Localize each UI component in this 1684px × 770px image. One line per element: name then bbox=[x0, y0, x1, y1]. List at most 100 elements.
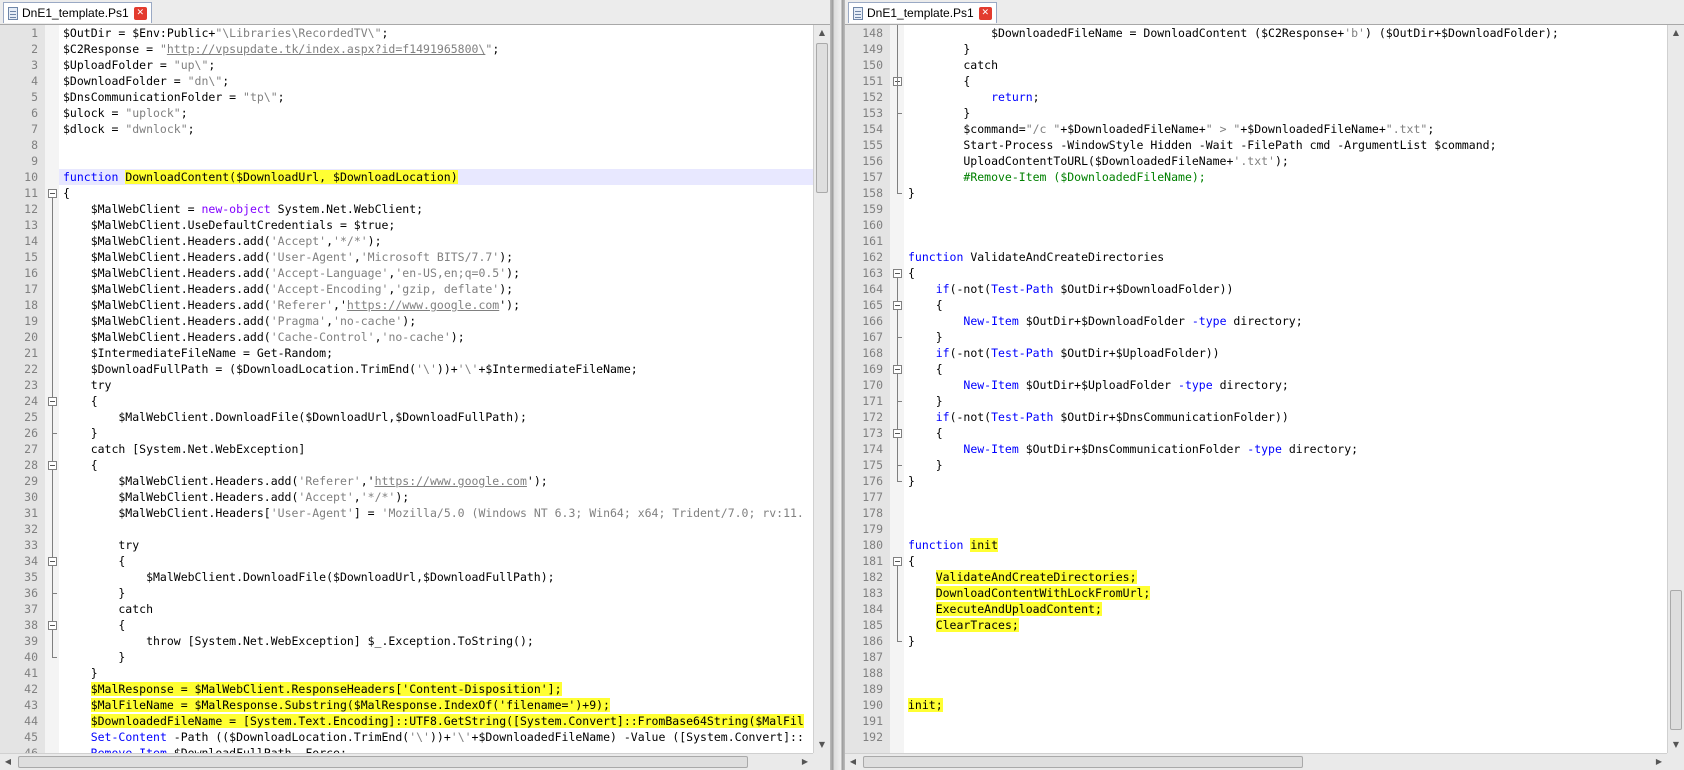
scroll-down-arrow-icon[interactable]: ▼ bbox=[814, 737, 830, 753]
fold-toggle-icon[interactable] bbox=[48, 189, 57, 198]
fold-toggle-icon[interactable] bbox=[893, 429, 902, 438]
code-token: ); bbox=[402, 314, 417, 328]
scroll-left-arrow-icon[interactable]: ◀ bbox=[0, 754, 16, 770]
code-token: $OutDir+$DownloadFolder)) bbox=[1053, 282, 1234, 296]
code-token: function bbox=[908, 538, 964, 552]
code-token: $OutDir+$UploadFolder)) bbox=[1053, 346, 1220, 360]
fold-toggle-icon[interactable] bbox=[893, 301, 902, 310]
code-token: $C2Response = bbox=[63, 42, 160, 56]
scroll-left-arrow-icon[interactable]: ◀ bbox=[845, 754, 861, 770]
code-token: $OutDir+$DnsCommunicationFolder)) bbox=[1053, 410, 1289, 424]
close-icon[interactable]: ✕ bbox=[133, 6, 147, 20]
line-number: 26 bbox=[24, 426, 38, 440]
code-token: $MalFileName = $MalResponse.Substring($M… bbox=[90, 698, 610, 712]
file-icon bbox=[853, 6, 863, 20]
line-number: 175 bbox=[862, 458, 883, 472]
code-token: { bbox=[63, 618, 126, 632]
code-line: $MalFileName = $MalResponse.Substring($M… bbox=[63, 697, 610, 713]
fold-toggle-icon[interactable] bbox=[48, 557, 57, 566]
fold-end-marker bbox=[52, 593, 57, 594]
code-token: ); bbox=[499, 250, 514, 264]
code-line: $DownloadFullPath = ($DownloadLocation.T… bbox=[63, 361, 638, 377]
left-horizontal-scrollbar[interactable]: ◀ ▶ bbox=[0, 753, 813, 770]
close-icon[interactable]: ✕ bbox=[978, 6, 992, 20]
scroll-right-arrow-icon[interactable]: ▶ bbox=[797, 754, 813, 770]
code-token: +$DownloadedFileName+ bbox=[1060, 122, 1206, 136]
fold-end-marker bbox=[897, 401, 902, 402]
fold-toggle-icon[interactable] bbox=[48, 397, 57, 406]
code-line: $MalWebClient.DownloadFile($DownloadUrl,… bbox=[63, 569, 555, 585]
right-file-tab[interactable]: DnE1_template.Ps1 ✕ bbox=[848, 2, 997, 23]
code-line: catch bbox=[908, 57, 998, 73]
line-number: 153 bbox=[862, 106, 883, 120]
fold-toggle-icon[interactable] bbox=[48, 621, 57, 630]
right-horizontal-scrollbar[interactable]: ◀ ▶ bbox=[845, 753, 1667, 770]
line-number: 186 bbox=[862, 634, 883, 648]
code-line: ClearTraces; bbox=[908, 617, 1019, 633]
line-number: 190 bbox=[862, 698, 883, 712]
right-tab-bar: DnE1_template.Ps1 ✕ bbox=[845, 0, 1684, 25]
code-token: { bbox=[63, 458, 98, 472]
code-token: " > " bbox=[1205, 122, 1241, 136]
code-token: ".txt" bbox=[1385, 122, 1428, 136]
code-token: New-Item bbox=[963, 378, 1019, 392]
right-horizontal-scroll-thumb[interactable] bbox=[863, 756, 1303, 768]
code-token: ; bbox=[1427, 122, 1435, 136]
line-number: 187 bbox=[862, 650, 883, 664]
fold-toggle-icon[interactable] bbox=[893, 557, 902, 566]
code-token: $OutDir+$DownloadFolder bbox=[1018, 314, 1192, 328]
code-token: $MalWebClient.DownloadFile($DownloadUrl,… bbox=[63, 410, 527, 424]
code-line: $MalWebClient.Headers.add('Accept','*/*'… bbox=[63, 233, 382, 249]
scroll-up-arrow-icon[interactable]: ▲ bbox=[814, 25, 830, 41]
fold-toggle-icon[interactable] bbox=[893, 365, 902, 374]
line-number: 21 bbox=[24, 346, 38, 360]
code-line: $ulock = "uplock"; bbox=[63, 105, 188, 121]
fold-end-marker bbox=[897, 465, 902, 466]
fold-toggle-icon[interactable] bbox=[48, 461, 57, 470]
code-line: } bbox=[908, 105, 970, 121]
code-token: ); bbox=[395, 490, 410, 504]
code-token: ; bbox=[208, 58, 216, 72]
code-token: } bbox=[908, 394, 943, 408]
line-number: 18 bbox=[24, 298, 38, 312]
right-vertical-scroll-thumb[interactable] bbox=[1670, 590, 1682, 730]
line-number: 173 bbox=[862, 426, 883, 440]
code-token: "dwnlock" bbox=[125, 122, 188, 136]
code-token: '.txt' bbox=[1233, 154, 1275, 168]
code-token: ); bbox=[506, 266, 520, 280]
code-token: +$IntermediateFileName; bbox=[478, 362, 638, 376]
fold-toggle-icon[interactable] bbox=[893, 269, 902, 278]
code-line: $MalWebClient.Headers.add('User-Agent','… bbox=[63, 249, 513, 265]
code-token: ,' bbox=[360, 474, 375, 488]
scroll-down-arrow-icon[interactable]: ▼ bbox=[1668, 737, 1684, 753]
code-line: catch [System.Net.WebException] bbox=[63, 441, 306, 457]
scroll-up-arrow-icon[interactable]: ▲ bbox=[1668, 25, 1684, 41]
left-code-area[interactable]: 1 $OutDir = $Env:Public+"\Libraries\Recor… bbox=[0, 25, 813, 753]
line-number: 45 bbox=[24, 730, 38, 744]
left-horizontal-scroll-thumb[interactable] bbox=[18, 756, 748, 768]
code-line: { bbox=[63, 185, 70, 201]
scroll-right-arrow-icon[interactable]: ▶ bbox=[1651, 754, 1667, 770]
right-code-area[interactable]: 148 $DownloadedFileName = DownloadConten… bbox=[845, 25, 1667, 753]
left-tab-label: DnE1_template.Ps1 bbox=[22, 6, 129, 20]
code-line: { bbox=[63, 393, 98, 409]
line-number: 192 bbox=[862, 730, 883, 744]
code-token: ; bbox=[1032, 90, 1040, 104]
code-line: $DownloadedFileName = DownloadContent ($… bbox=[908, 25, 1559, 41]
pane-splitter[interactable] bbox=[830, 0, 845, 770]
code-token: ))+ bbox=[436, 362, 458, 376]
code-token: $MalWebClient.Headers.add( bbox=[63, 314, 271, 328]
code-token: "tp\" bbox=[243, 90, 278, 104]
left-vertical-scrollbar[interactable]: ▲ ▼ bbox=[813, 25, 830, 753]
code-token: ClearTraces; bbox=[935, 618, 1019, 632]
code-token: $MalWebClient.DownloadFile($DownloadUrl,… bbox=[63, 570, 555, 584]
code-token: init bbox=[970, 538, 999, 552]
left-vertical-scroll-thumb[interactable] bbox=[816, 43, 828, 193]
left-file-tab[interactable]: DnE1_template.Ps1 ✕ bbox=[3, 2, 152, 23]
code-line: ExecuteAndUploadContent; bbox=[908, 601, 1102, 617]
code-token: $OutDir+$DnsCommunicationFolder bbox=[1018, 442, 1248, 456]
line-number: 177 bbox=[862, 490, 883, 504]
right-vertical-scrollbar[interactable]: ▲ ▼ bbox=[1667, 25, 1684, 753]
